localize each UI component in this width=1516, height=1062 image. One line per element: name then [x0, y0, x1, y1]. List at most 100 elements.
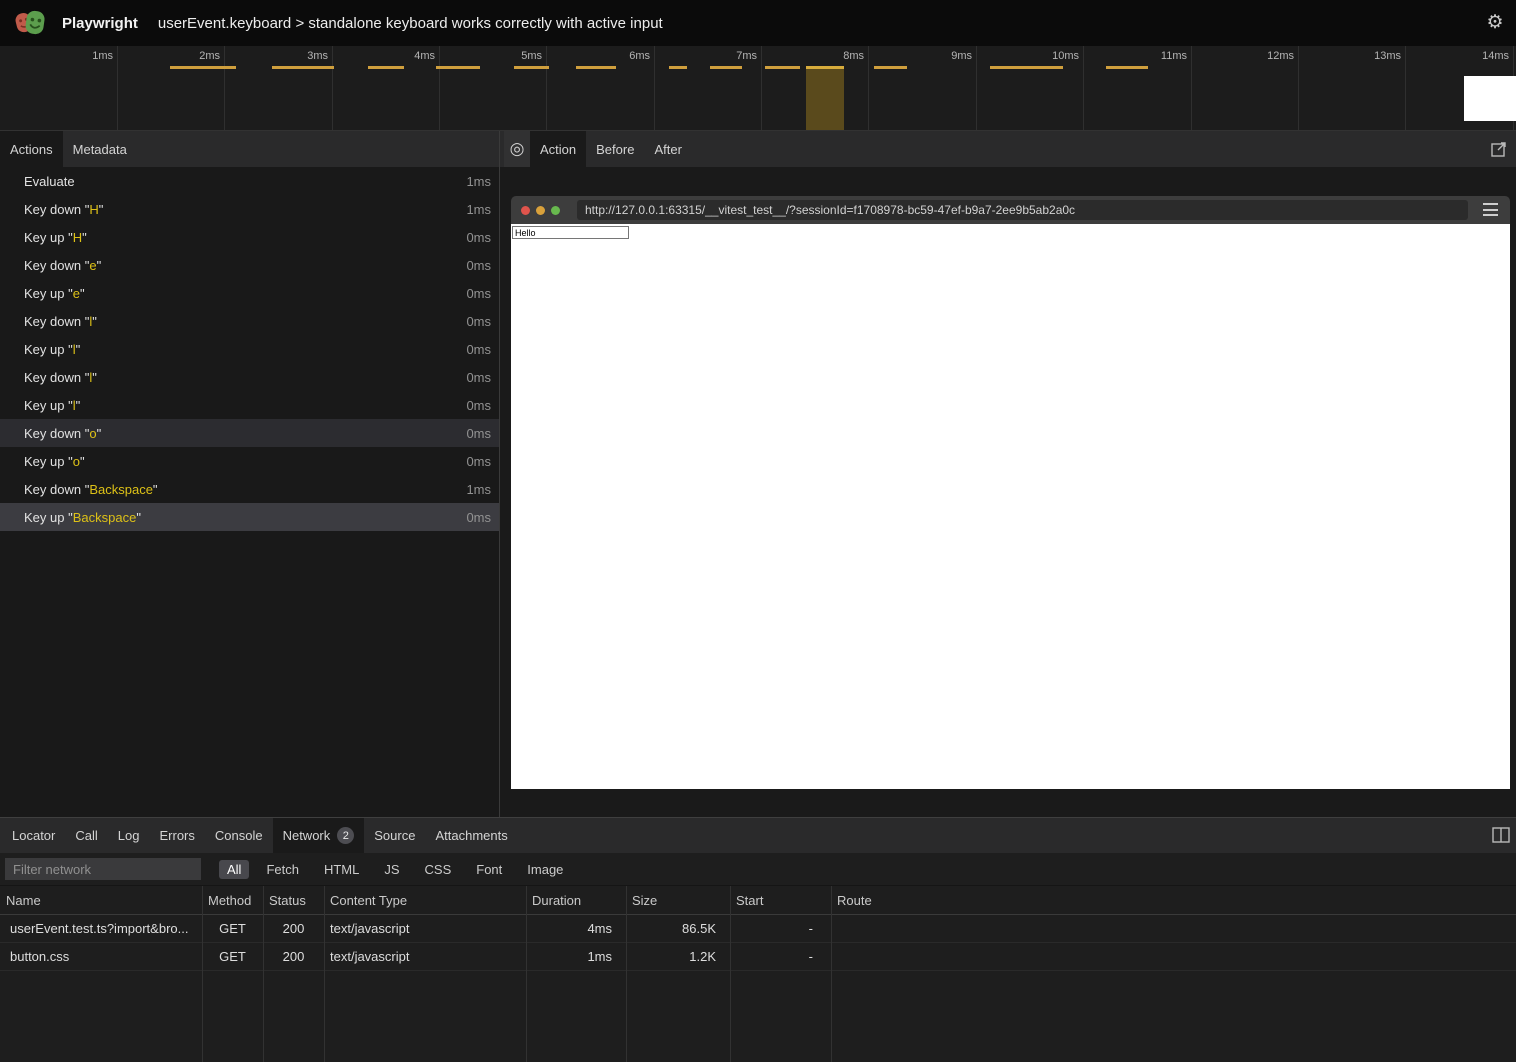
filter-network-input[interactable]: [5, 858, 201, 880]
table-column-divider: [626, 886, 627, 1062]
cell-status: 200: [263, 921, 324, 936]
action-row[interactable]: Key up "Backspace"0ms: [0, 503, 499, 531]
open-external-icon[interactable]: [1490, 140, 1508, 158]
tab-errors[interactable]: Errors: [149, 818, 204, 853]
table-column-divider: [730, 886, 731, 1062]
timeline-marker-label: 12ms: [1267, 50, 1294, 62]
timeline[interactable]: 1ms2ms3ms4ms5ms6ms7ms8ms9ms10ms11ms12ms1…: [0, 46, 1516, 131]
timeline-action-tick: [990, 66, 1063, 69]
tab-attachments[interactable]: Attachments: [425, 818, 517, 853]
filter-chip-css[interactable]: CSS: [417, 860, 460, 879]
cell-name: userEvent.test.ts?import&bro...: [0, 921, 202, 936]
action-label: Key up: [24, 286, 64, 301]
column-header-method: Method: [202, 893, 263, 908]
minimize-dot-icon: [536, 206, 545, 215]
action-row[interactable]: Key up "e"0ms: [0, 279, 499, 307]
tab-source[interactable]: Source: [364, 818, 425, 853]
action-row[interactable]: Evaluate1ms: [0, 167, 499, 195]
page-text-input[interactable]: [512, 226, 629, 239]
action-row[interactable]: Key down "l"0ms: [0, 307, 499, 335]
filter-chip-fetch[interactable]: Fetch: [258, 860, 307, 879]
action-key-value: e: [89, 258, 96, 273]
action-duration: 1ms: [466, 482, 491, 497]
cell-name: button.css: [0, 949, 202, 964]
timeline-gridline: [332, 46, 333, 130]
action-row[interactable]: Key down "Backspace"1ms: [0, 475, 499, 503]
timeline-action-tick: [874, 66, 907, 69]
cell-start: -: [730, 949, 831, 964]
column-header-route: Route: [831, 893, 1516, 908]
action-row[interactable]: Key up "l"0ms: [0, 335, 499, 363]
tab-before[interactable]: Before: [586, 131, 644, 167]
action-duration: 0ms: [466, 258, 491, 273]
settings-gear-icon[interactable]: ⚙: [1484, 12, 1506, 34]
tab-log[interactable]: Log: [108, 818, 150, 853]
tab-metadata[interactable]: Metadata: [63, 131, 137, 167]
traffic-lights: [521, 206, 560, 215]
app-title: Playwright: [62, 15, 138, 32]
column-header-start: Start: [730, 893, 831, 908]
network-request-row[interactable]: userEvent.test.ts?import&bro...GET200tex…: [0, 915, 1516, 943]
filter-chip-html[interactable]: HTML: [316, 860, 367, 879]
network-table: NameMethodStatusContent TypeDurationSize…: [0, 886, 1516, 1062]
action-label: Key down: [24, 202, 81, 217]
timeline-marker-label: 2ms: [199, 50, 220, 62]
timeline-action-tick: [1106, 66, 1148, 69]
action-duration: 0ms: [466, 314, 491, 329]
tab-action[interactable]: Action: [530, 131, 586, 167]
tab-after[interactable]: After: [644, 131, 691, 167]
action-key-value: o: [89, 426, 96, 441]
column-header-status: Status: [263, 893, 324, 908]
column-header-size: Size: [626, 893, 730, 908]
cell-method: GET: [202, 949, 263, 964]
action-row[interactable]: Key up "o"0ms: [0, 447, 499, 475]
filter-chip-all[interactable]: All: [219, 860, 249, 879]
pick-locator-icon[interactable]: ◎: [504, 131, 530, 167]
column-header-duration: Duration: [526, 893, 626, 908]
resource-type-filters: All Fetch HTML JS CSS Font Image: [219, 860, 571, 879]
split-view-icon[interactable]: [1492, 827, 1510, 843]
hamburger-menu-icon[interactable]: [1483, 203, 1498, 216]
bottom-panel: LocatorCallLogErrorsConsoleNetwork2Sourc…: [0, 817, 1516, 1062]
timeline-action-tick: [368, 66, 404, 69]
tab-actions[interactable]: Actions: [0, 131, 63, 167]
network-request-row[interactable]: button.cssGET200text/javascript1ms1.2K-: [0, 943, 1516, 971]
timeline-gridline: [761, 46, 762, 130]
table-column-divider: [526, 886, 527, 1062]
cell-size: 1.2K: [626, 949, 730, 964]
action-row[interactable]: Key up "l"0ms: [0, 391, 499, 419]
action-key-value: H: [73, 230, 82, 245]
table-column-divider: [202, 886, 203, 1062]
action-label: Evaluate: [24, 174, 75, 189]
action-label: Key down: [24, 426, 81, 441]
app-header: Playwright userEvent.keyboard > standalo…: [0, 0, 1516, 46]
filter-chip-font[interactable]: Font: [468, 860, 510, 879]
action-duration: 0ms: [466, 370, 491, 385]
bottom-tabbar: LocatorCallLogErrorsConsoleNetwork2Sourc…: [0, 818, 1516, 853]
action-row[interactable]: Key down "e"0ms: [0, 251, 499, 279]
filter-chip-js[interactable]: JS: [376, 860, 407, 879]
action-row[interactable]: Key down "o"0ms: [0, 419, 499, 447]
tab-call[interactable]: Call: [65, 818, 107, 853]
cell-start: -: [730, 921, 831, 936]
tab-network[interactable]: Network2: [273, 818, 365, 853]
action-row[interactable]: Key down "l"0ms: [0, 363, 499, 391]
timeline-action-tick: [669, 66, 687, 69]
timeline-gridline: [976, 46, 977, 130]
tab-console[interactable]: Console: [205, 818, 273, 853]
action-key-value: Backspace: [89, 482, 153, 497]
timeline-marker-label: 10ms: [1052, 50, 1079, 62]
action-row[interactable]: Key up "H"0ms: [0, 223, 499, 251]
timeline-marker-label: 8ms: [843, 50, 864, 62]
action-duration: 0ms: [466, 454, 491, 469]
timeline-gridline: [1405, 46, 1406, 130]
action-row[interactable]: Key down "H"1ms: [0, 195, 499, 223]
timeline-gridline: [117, 46, 118, 130]
tab-locator[interactable]: Locator: [2, 818, 65, 853]
timeline-marker-label: 7ms: [736, 50, 757, 62]
timeline-marker-label: 6ms: [629, 50, 650, 62]
timeline-marker-label: 4ms: [414, 50, 435, 62]
timeline-selected-range[interactable]: [806, 69, 844, 130]
filter-chip-image[interactable]: Image: [519, 860, 571, 879]
action-duration: 0ms: [466, 398, 491, 413]
